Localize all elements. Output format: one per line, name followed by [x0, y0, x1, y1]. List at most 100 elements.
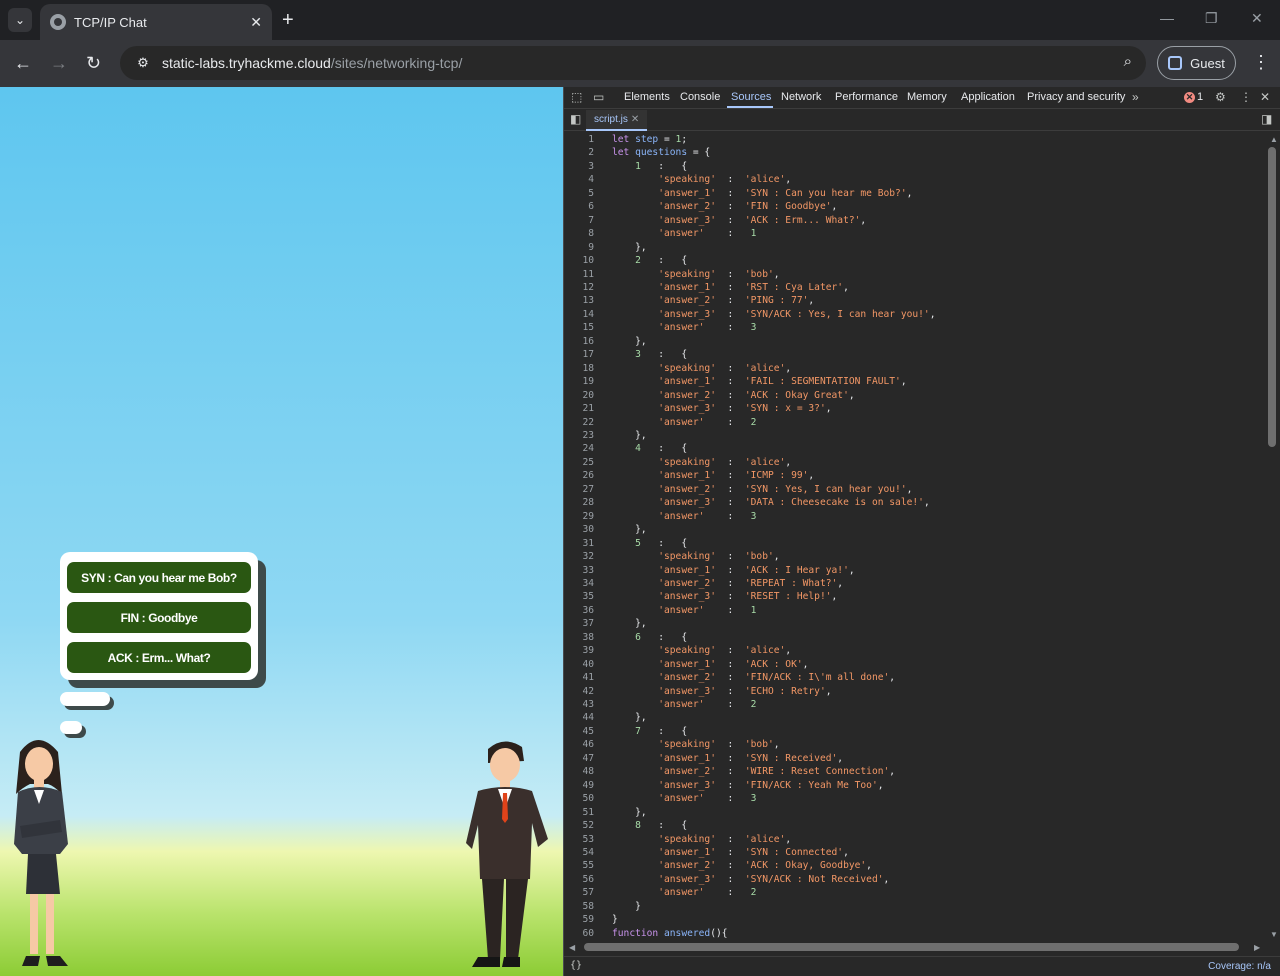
line-number[interactable]: 60 — [564, 927, 594, 940]
pretty-print-button[interactable]: {} — [570, 960, 582, 971]
line-number[interactable]: 24 — [564, 442, 594, 455]
error-count-badge[interactable]: ✕ 1 — [1184, 91, 1203, 103]
address-bar[interactable]: ⚙ static-labs.tryhackme.cloud/sites/netw… — [120, 46, 1146, 80]
line-number[interactable]: 37 — [564, 617, 594, 630]
line-number[interactable]: 15 — [564, 321, 594, 334]
line-number[interactable]: 43 — [564, 698, 594, 711]
line-number[interactable]: 8 — [564, 227, 594, 240]
line-number[interactable]: 52 — [564, 819, 594, 832]
tab-memory[interactable]: Memory — [907, 91, 947, 103]
choice-button-3[interactable]: ACK : Erm... What? — [67, 642, 251, 673]
file-tab-script[interactable]: script.js ✕ — [586, 110, 648, 131]
code-editor[interactable]: 1 let step = 1; 2 let questions = {3 1 : {4… — [564, 133, 1264, 941]
vertical-scrollbar[interactable] — [1268, 147, 1276, 447]
line-number[interactable]: 58 — [564, 900, 594, 913]
line-number[interactable]: 46 — [564, 738, 594, 751]
tab-close-icon[interactable]: ✕ — [250, 14, 262, 31]
tab-search-chevron-icon[interactable]: ⌄ — [8, 8, 32, 32]
line-number[interactable]: 29 — [564, 510, 594, 523]
line-number[interactable]: 51 — [564, 806, 594, 819]
line-number[interactable]: 9 — [564, 241, 594, 254]
scroll-left-arrow-icon[interactable]: ◀ — [569, 943, 575, 952]
line-number[interactable]: 54 — [564, 846, 594, 859]
line-number[interactable]: 50 — [564, 792, 594, 805]
line-number[interactable]: 41 — [564, 671, 594, 684]
line-number[interactable]: 25 — [564, 456, 594, 469]
window-close-icon[interactable]: ✕ — [1251, 10, 1263, 27]
line-number[interactable]: 44 — [564, 711, 594, 724]
line-number[interactable]: 49 — [564, 779, 594, 792]
line-number[interactable]: 2 — [564, 146, 594, 159]
line-number[interactable]: 22 — [564, 416, 594, 429]
line-number[interactable]: 3 — [564, 160, 594, 173]
tab-console[interactable]: Console — [680, 91, 720, 103]
line-number[interactable]: 13 — [564, 294, 594, 307]
line-number[interactable]: 32 — [564, 550, 594, 563]
devtools-menu-icon[interactable]: ⋮ — [1240, 90, 1252, 104]
line-number[interactable]: 47 — [564, 752, 594, 765]
tab-sources[interactable]: Sources — [731, 91, 771, 103]
new-tab-plus-icon[interactable]: + — [282, 8, 294, 32]
choice-button-2[interactable]: FIN : Goodbye — [67, 602, 251, 633]
line-number[interactable]: 21 — [564, 402, 594, 415]
line-number[interactable]: 34 — [564, 577, 594, 590]
scroll-down-arrow-icon[interactable]: ▼ — [1270, 930, 1278, 939]
more-tabs-icon[interactable]: » — [1132, 90, 1139, 104]
line-number[interactable]: 28 — [564, 496, 594, 509]
line-number[interactable]: 31 — [564, 537, 594, 550]
minimize-icon[interactable]: — — [1160, 10, 1174, 26]
line-number[interactable]: 16 — [564, 335, 594, 348]
tab-network[interactable]: Network — [781, 91, 821, 103]
tab-performance[interactable]: Performance — [835, 91, 898, 103]
line-number[interactable]: 40 — [564, 658, 594, 671]
device-toolbar-icon[interactable]: ▭ — [593, 90, 604, 104]
line-number[interactable]: 26 — [564, 469, 594, 482]
line-number[interactable]: 4 — [564, 173, 594, 186]
line-number[interactable]: 14 — [564, 308, 594, 321]
line-number[interactable]: 45 — [564, 725, 594, 738]
tab-application[interactable]: Application — [961, 91, 1015, 103]
line-number[interactable]: 19 — [564, 375, 594, 388]
line-number[interactable]: 35 — [564, 590, 594, 603]
choice-button-1[interactable]: SYN : Can you hear me Bob? — [67, 562, 251, 593]
line-number[interactable]: 39 — [564, 644, 594, 657]
line-number[interactable]: 18 — [564, 362, 594, 375]
line-number[interactable]: 38 — [564, 631, 594, 644]
line-number[interactable]: 17 — [564, 348, 594, 361]
back-arrow-icon[interactable]: ← — [14, 52, 32, 74]
settings-gear-icon[interactable]: ⚙ — [1215, 90, 1226, 104]
line-number[interactable]: 1 — [564, 133, 594, 146]
forward-arrow-icon[interactable]: → — [50, 52, 68, 74]
browser-menu-icon[interactable]: ⋮ — [1252, 52, 1270, 73]
site-info-icon[interactable]: ⚙ — [134, 54, 152, 72]
line-number[interactable]: 20 — [564, 389, 594, 402]
file-tab-close-icon[interactable]: ✕ — [631, 114, 639, 125]
line-number[interactable]: 48 — [564, 765, 594, 778]
line-number[interactable]: 30 — [564, 523, 594, 536]
reload-icon[interactable]: ↻ — [86, 52, 101, 74]
profile-guest-button[interactable]: Guest — [1157, 46, 1236, 80]
line-number[interactable]: 57 — [564, 886, 594, 899]
line-number[interactable]: 59 — [564, 913, 594, 926]
line-number[interactable]: 56 — [564, 873, 594, 886]
tab-privacy-security[interactable]: Privacy and security — [1027, 91, 1125, 103]
line-number[interactable]: 12 — [564, 281, 594, 294]
zoom-magnifier-icon[interactable]: ⌕ — [1124, 53, 1132, 70]
line-number[interactable]: 11 — [564, 268, 594, 281]
toggle-debugger-icon[interactable]: ◨ — [1261, 112, 1272, 126]
coverage-status[interactable]: Coverage: n/a — [1208, 961, 1271, 972]
line-number[interactable]: 23 — [564, 429, 594, 442]
line-number[interactable]: 7 — [564, 214, 594, 227]
line-number[interactable]: 10 — [564, 254, 594, 267]
browser-tab[interactable]: TCP/IP Chat ✕ — [40, 4, 272, 40]
scroll-right-arrow-icon[interactable]: ▶ — [1254, 943, 1260, 952]
line-number[interactable]: 42 — [564, 685, 594, 698]
line-number[interactable]: 36 — [564, 604, 594, 617]
restore-icon[interactable]: ❐ — [1205, 10, 1218, 27]
line-number[interactable]: 27 — [564, 483, 594, 496]
line-number[interactable]: 53 — [564, 833, 594, 846]
scroll-up-arrow-icon[interactable]: ▲ — [1270, 135, 1278, 144]
tab-elements[interactable]: Elements — [624, 91, 670, 103]
line-number[interactable]: 33 — [564, 564, 594, 577]
horizontal-scrollbar[interactable] — [584, 943, 1239, 951]
